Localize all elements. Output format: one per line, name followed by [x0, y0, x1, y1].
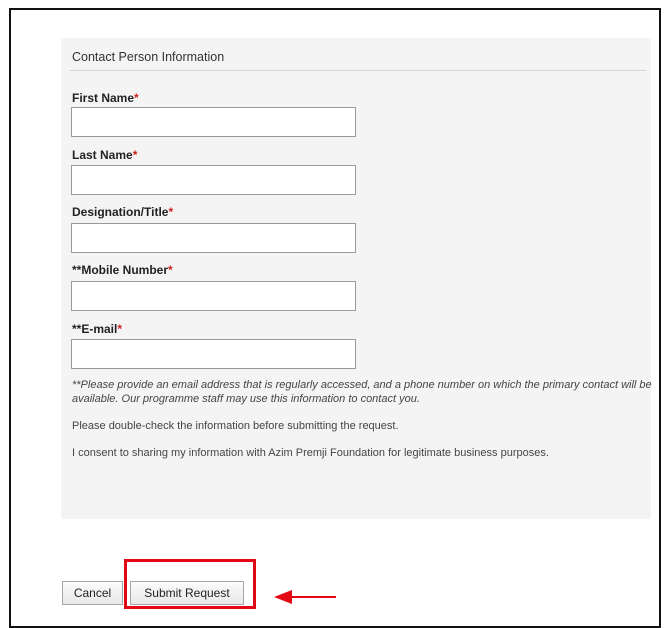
designation-input[interactable]: [71, 223, 356, 253]
required-marker: *: [134, 91, 139, 105]
first-name-label: First Name*: [72, 91, 139, 105]
contact-info-note: **Please provide an email address that i…: [72, 379, 652, 405]
first-name-label-text: First Name: [72, 91, 135, 105]
section-divider: [69, 70, 646, 71]
contact-person-panel: Contact Person Information First Name* L…: [61, 38, 652, 519]
required-marker: *: [132, 148, 138, 162]
last-name-label: Last Name*: [72, 148, 137, 162]
cancel-button[interactable]: Cancel: [62, 581, 123, 605]
designation-label-text: Designation/Title: [72, 205, 169, 219]
mobile-number-label: **Mobile Number*: [72, 263, 173, 277]
email-input[interactable]: [71, 339, 356, 369]
last-name-input[interactable]: [71, 165, 356, 195]
first-name-input[interactable]: [71, 107, 356, 137]
submit-highlight-annotation: [124, 559, 256, 609]
double-check-note: Please double-check the information befo…: [72, 420, 399, 432]
email-label: **E-mail*: [72, 322, 122, 336]
arrow-line-icon: [290, 596, 336, 598]
designation-label: Designation/Title*: [72, 205, 173, 219]
required-marker: *: [168, 205, 174, 219]
email-label-text: **E-mail: [72, 322, 118, 336]
mobile-number-input[interactable]: [71, 281, 356, 311]
last-name-label-text: Last Name: [72, 148, 133, 162]
required-marker: *: [168, 263, 173, 277]
section-title: Contact Person Information: [72, 50, 225, 64]
required-marker: *: [117, 322, 123, 336]
mobile-number-label-text: **Mobile Number: [72, 263, 169, 277]
consent-note: I consent to sharing my information with…: [72, 447, 549, 459]
